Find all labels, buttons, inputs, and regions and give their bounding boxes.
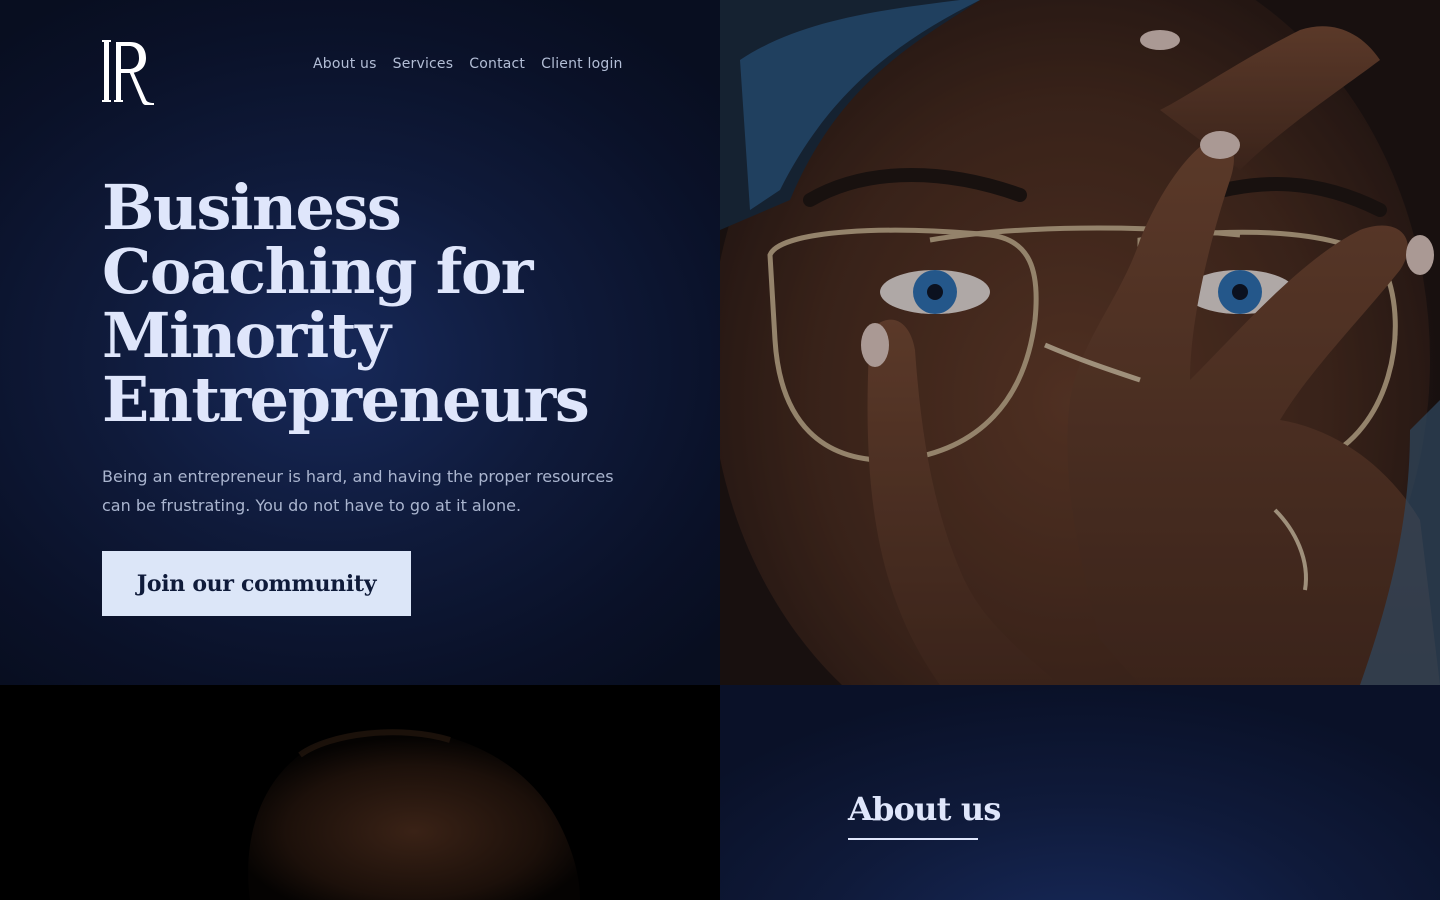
about-heading-underline xyxy=(848,838,978,840)
nav-contact[interactable]: Contact xyxy=(469,54,525,74)
hero-portrait-image xyxy=(720,0,1440,685)
about-heading: About us xyxy=(848,790,1001,828)
nav-about-us[interactable]: About us xyxy=(313,54,377,74)
hero-description: Being an entrepreneur is hard, and havin… xyxy=(102,467,614,515)
hero-title-line: Business xyxy=(102,171,402,244)
nav-services[interactable]: Services xyxy=(393,54,454,74)
dark-portrait-illustration xyxy=(0,685,720,900)
logo-mark-icon xyxy=(102,40,154,105)
hero-title: Business Coaching for Minority Entrepren… xyxy=(102,176,662,432)
secondary-portrait-image xyxy=(0,685,720,900)
brand-logo[interactable] xyxy=(102,38,156,106)
nav-client-login[interactable]: Client login xyxy=(541,54,623,74)
hero-title-line: Entrepreneurs xyxy=(102,363,590,436)
portrait-illustration xyxy=(720,0,1440,685)
about-section: About us xyxy=(720,685,1440,900)
hero-title-line: Minority xyxy=(102,299,391,372)
join-community-button[interactable]: Join our community xyxy=(102,551,411,616)
main-nav: About us Services Contact Client login xyxy=(313,54,623,74)
hero-section: About us Services Contact Client login B… xyxy=(0,0,720,685)
hero-title-line: Coaching for xyxy=(102,235,533,308)
